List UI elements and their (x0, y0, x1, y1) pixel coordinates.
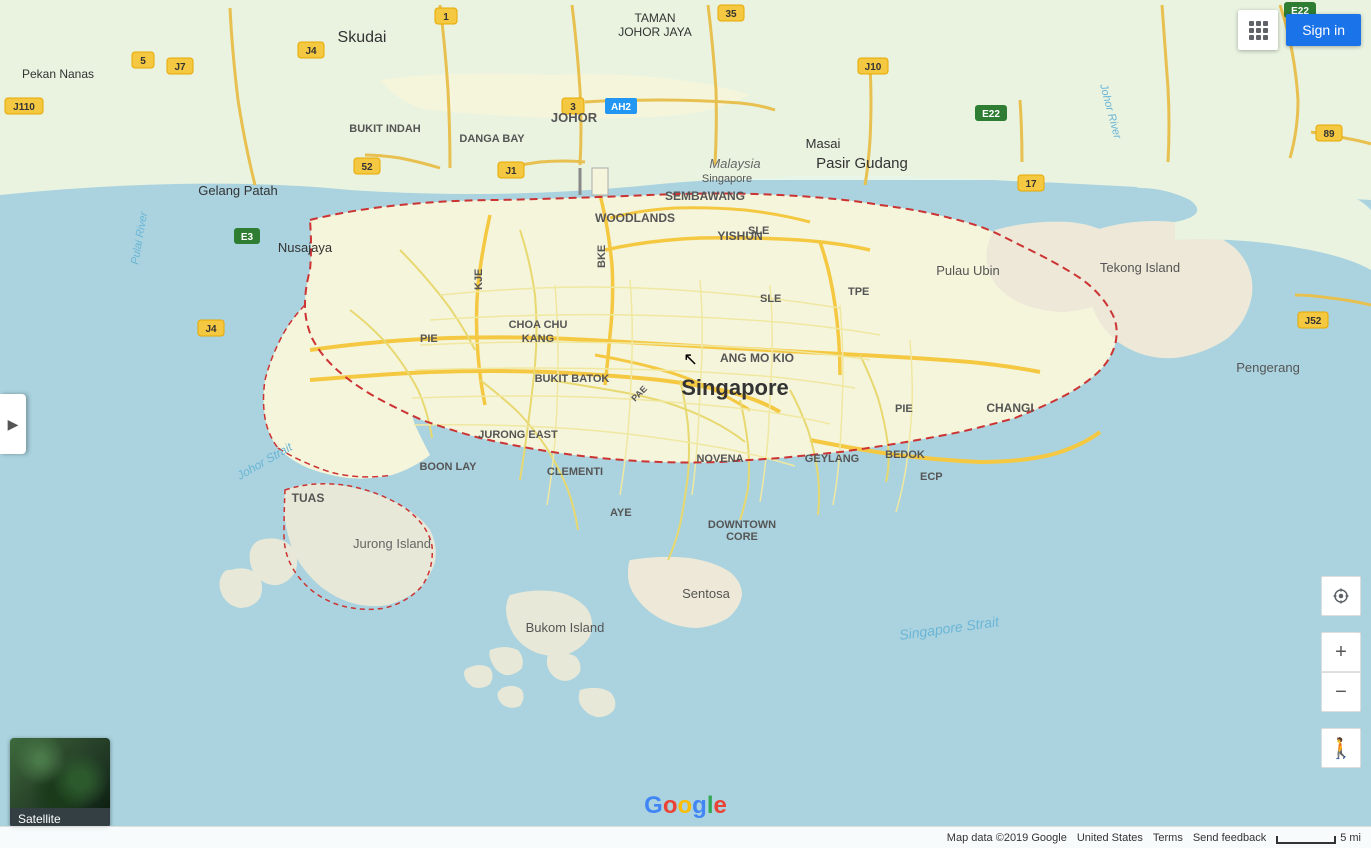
send-feedback-link[interactable]: Send feedback (1193, 832, 1266, 844)
google-g: G (644, 792, 663, 819)
svg-text:SLE: SLE (760, 293, 781, 305)
svg-text:JOHOR: JOHOR (551, 110, 598, 125)
svg-text:J110: J110 (13, 102, 35, 113)
google-o1: o (663, 792, 678, 819)
svg-text:BUKIT BATOK: BUKIT BATOK (535, 373, 610, 385)
my-location-button[interactable] (1321, 576, 1361, 616)
google-logo: Google (644, 792, 727, 820)
svg-text:KANG: KANG (522, 333, 554, 345)
satellite-toggle[interactable]: Satellite (10, 738, 110, 828)
svg-text:52: 52 (361, 162, 373, 173)
bottom-bar: Map data ©2019 Google United States Term… (0, 826, 1371, 848)
svg-text:5: 5 (140, 56, 146, 67)
satellite-label: Satellite (10, 808, 110, 828)
svg-text:JOHOR JAYA: JOHOR JAYA (618, 25, 692, 39)
svg-text:Malaysia: Malaysia (709, 156, 760, 171)
svg-text:BUKIT INDAH: BUKIT INDAH (349, 123, 421, 135)
svg-text:Masai: Masai (806, 136, 841, 151)
zoom-controls: + − 🚶 (1321, 576, 1361, 768)
svg-text:CHANGI: CHANGI (986, 401, 1033, 415)
google-e: e (714, 792, 727, 819)
top-controls: Sign in (1238, 10, 1361, 50)
svg-text:GEYLANG: GEYLANG (805, 453, 859, 465)
scale-line (1276, 836, 1336, 844)
svg-text:Pasir Gudang: Pasir Gudang (816, 155, 908, 172)
svg-text:J7: J7 (174, 62, 186, 73)
svg-text:Pengerang: Pengerang (1236, 360, 1300, 375)
svg-text:NOVENA: NOVENA (696, 453, 743, 465)
svg-text:CLEMENTI: CLEMENTI (547, 466, 603, 478)
map-container[interactable]: E22 J7 J4 5 J110 1 3 (0, 0, 1371, 848)
zoom-in-button[interactable]: + (1321, 632, 1361, 672)
svg-text:BOON LAY: BOON LAY (419, 461, 477, 473)
svg-text:Pulau Ubin: Pulau Ubin (936, 263, 1000, 278)
svg-text:Nusajaya: Nusajaya (278, 240, 333, 255)
svg-text:BKE: BKE (596, 245, 608, 268)
svg-text:AYE: AYE (610, 507, 632, 519)
svg-text:KJE: KJE (473, 269, 485, 290)
svg-text:Pekan Nanas: Pekan Nanas (22, 67, 94, 81)
svg-text:17: 17 (1025, 179, 1037, 190)
svg-text:Sentosa: Sentosa (682, 586, 730, 601)
satellite-thumbnail (10, 738, 110, 808)
svg-text:Gelang Patah: Gelang Patah (198, 183, 278, 198)
svg-text:↖: ↖ (683, 349, 698, 369)
scale-label: 5 mi (1340, 832, 1361, 844)
svg-text:WOODLANDS: WOODLANDS (595, 211, 675, 225)
svg-text:CORE: CORE (726, 531, 758, 543)
svg-text:E22: E22 (982, 109, 1000, 120)
scale-bar: 5 mi (1276, 832, 1361, 844)
svg-text:ANG MO KIO: ANG MO KIO (720, 351, 794, 365)
svg-text:Jurong Island: Jurong Island (353, 536, 431, 551)
svg-text:YISHUN: YISHUN (717, 229, 762, 243)
svg-text:PIE: PIE (420, 333, 438, 345)
svg-text:TUAS: TUAS (292, 491, 325, 505)
svg-text:SEMBAWANG: SEMBAWANG (665, 189, 745, 203)
svg-text:J10: J10 (865, 62, 882, 73)
svg-text:J4: J4 (305, 46, 317, 57)
svg-text:ECP: ECP (920, 471, 943, 483)
svg-text:J4: J4 (205, 324, 217, 335)
svg-text:1: 1 (443, 12, 449, 23)
google-g2: g (692, 792, 707, 819)
map-data-text: Map data ©2019 Google (947, 832, 1067, 844)
satellite-image (10, 738, 110, 808)
svg-text:CHOA CHU: CHOA CHU (509, 319, 568, 331)
pegman-icon: 🚶 (1329, 736, 1354, 761)
terms-link[interactable]: Terms (1153, 832, 1183, 844)
svg-text:BEDOK: BEDOK (885, 449, 925, 461)
svg-text:PIE: PIE (895, 403, 913, 415)
chevron-right-icon: ▶ (8, 416, 19, 433)
svg-text:Bukom Island: Bukom Island (526, 620, 605, 635)
region-link[interactable]: United States (1077, 832, 1143, 844)
svg-text:89: 89 (1323, 129, 1335, 140)
svg-text:E3: E3 (241, 232, 254, 243)
map-svg: E22 J7 J4 5 J110 1 3 (0, 0, 1371, 848)
svg-text:TAMAN: TAMAN (634, 11, 675, 25)
svg-text:35: 35 (725, 9, 737, 20)
svg-text:Tekong Island: Tekong Island (1100, 260, 1180, 275)
location-target-icon (1332, 587, 1350, 605)
svg-text:J52: J52 (1305, 316, 1322, 327)
svg-text:Singapore: Singapore (702, 173, 752, 185)
svg-text:AH2: AH2 (611, 102, 631, 113)
svg-text:J1: J1 (505, 166, 517, 177)
google-o2: o (677, 792, 692, 819)
svg-text:Singapore: Singapore (681, 375, 789, 400)
street-view-button[interactable]: 🚶 (1321, 728, 1361, 768)
sign-in-button[interactable]: Sign in (1286, 14, 1361, 46)
svg-text:Skudai: Skudai (338, 29, 387, 46)
left-panel-toggle-button[interactable]: ▶ (0, 394, 26, 454)
google-apps-button[interactable] (1238, 10, 1278, 50)
svg-text:TPE: TPE (848, 286, 869, 298)
svg-text:JURONG EAST: JURONG EAST (478, 429, 558, 441)
apps-grid-icon (1249, 21, 1268, 40)
zoom-out-button[interactable]: − (1321, 672, 1361, 712)
svg-text:DOWNTOWN: DOWNTOWN (708, 519, 776, 531)
svg-text:DANGA BAY: DANGA BAY (459, 133, 525, 145)
